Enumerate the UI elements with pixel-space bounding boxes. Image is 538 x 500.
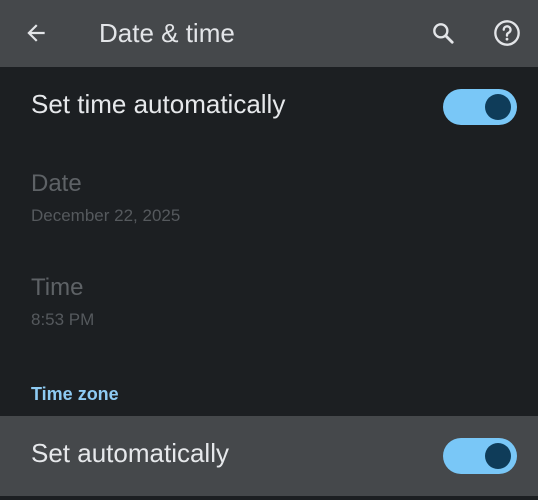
date-row: Date December 22, 2025 — [0, 158, 538, 246]
date-time-settings-screen: Date & time Set time automatically Date … — [0, 0, 538, 500]
toggle-thumb — [485, 443, 511, 469]
help-button[interactable] — [489, 15, 525, 51]
time-value: 8:53 PM — [31, 310, 95, 329]
app-bar: Date & time — [0, 0, 538, 67]
search-button[interactable] — [425, 15, 461, 51]
page-title: Date & time — [99, 18, 235, 48]
time-row: Time 8:53 PM — [0, 262, 538, 350]
date-value: December 22, 2025 — [31, 206, 181, 225]
set-automatically-toggle[interactable] — [443, 438, 517, 474]
date-title: Date — [31, 170, 82, 197]
set-time-automatically-label: Set time automatically — [31, 89, 286, 119]
set-time-automatically-toggle[interactable] — [443, 89, 517, 125]
search-icon — [433, 23, 454, 44]
set-time-automatically-row[interactable]: Set time automatically — [0, 67, 538, 149]
set-automatically-label: Set automatically — [31, 438, 229, 468]
back-button[interactable] — [18, 15, 54, 51]
arrow-left-icon — [27, 24, 45, 42]
help-circle-icon — [494, 20, 520, 46]
time-title: Time — [31, 274, 84, 301]
time-zone-section-header: Time zone — [31, 384, 119, 404]
toggle-thumb — [485, 94, 511, 120]
set-automatically-row[interactable]: Set automatically — [0, 416, 538, 496]
bottom-divider — [0, 496, 538, 500]
